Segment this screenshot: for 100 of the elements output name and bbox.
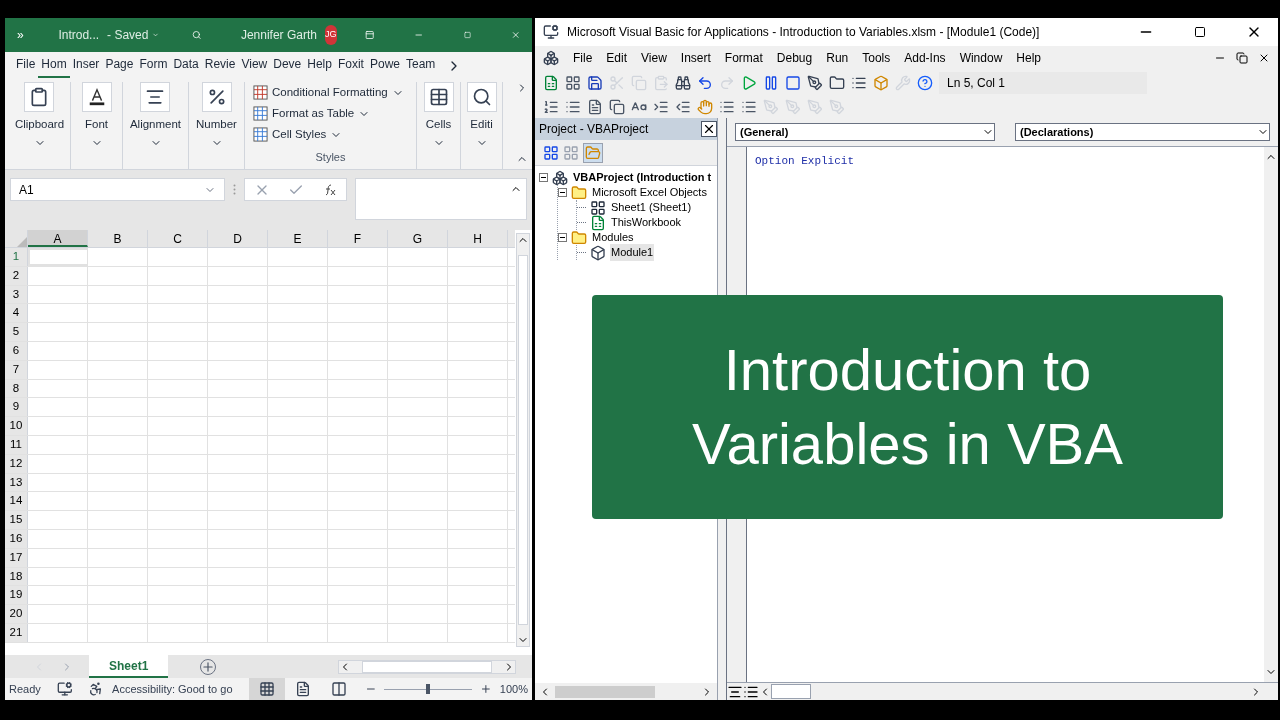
zoom-slider[interactable] — [384, 684, 473, 694]
numbered-list-icon[interactable] — [543, 98, 559, 115]
ribbon-tab[interactable]: View — [238, 55, 271, 78]
tree-item[interactable]: Module1 — [610, 244, 655, 261]
macro-recording-icon[interactable] — [56, 681, 73, 697]
row-header[interactable]: 1 — [5, 248, 28, 266]
copy-icon[interactable] — [609, 98, 625, 115]
ribbon-group-button[interactable]: Number — [196, 82, 237, 134]
ribbon-tab[interactable]: Team — [403, 55, 439, 78]
row-header[interactable]: 15 — [5, 511, 28, 529]
ribbon-tab[interactable]: Powe — [366, 55, 403, 78]
row-header[interactable]: 19 — [5, 586, 28, 605]
styles-menu-button[interactable]: Format as Table — [253, 103, 408, 124]
tree-item[interactable]: ThisWorkbook — [610, 214, 683, 231]
ribbon-tab[interactable]: Form — [136, 55, 171, 78]
ribbon-tab[interactable]: Page — [102, 55, 137, 78]
column-header[interactable]: C — [148, 230, 208, 247]
row-header[interactable]: 9 — [5, 398, 28, 417]
expander-icon[interactable] — [558, 233, 567, 242]
ribbon-tab[interactable]: File — [13, 55, 39, 78]
menu-item[interactable]: Format — [724, 49, 763, 67]
zoom-level[interactable]: 100% — [499, 680, 528, 698]
help-icon[interactable] — [917, 74, 933, 91]
restore-icon[interactable] — [1236, 52, 1248, 64]
menu-item[interactable]: Window — [959, 49, 1003, 67]
ribbon-tab[interactable]: Help — [304, 55, 335, 78]
pen-icon[interactable] — [807, 74, 823, 91]
column-header[interactable]: A — [28, 230, 88, 247]
cut-icon[interactable] — [609, 74, 625, 91]
save-icon[interactable] — [587, 74, 603, 91]
tree-item[interactable]: Sheet1 (Sheet1) — [610, 199, 693, 216]
scroll-thumb[interactable] — [771, 684, 811, 699]
name-box[interactable]: A1 — [10, 178, 225, 201]
undo-icon[interactable] — [697, 74, 713, 91]
ribbon-tab[interactable]: Revie — [201, 55, 239, 78]
cell[interactable] — [28, 248, 88, 266]
column-header[interactable]: D — [208, 230, 268, 247]
box-icon[interactable] — [873, 74, 889, 91]
spreadsheet-icon[interactable] — [543, 74, 559, 91]
ribbon-tab[interactable]: Deve — [270, 55, 305, 78]
tree-item[interactable]: Microsoft Excel Objects — [591, 184, 708, 201]
expander-icon[interactable] — [539, 173, 548, 182]
menu-item[interactable]: Debug — [776, 49, 813, 67]
column-header[interactable]: B — [88, 230, 148, 247]
row-header[interactable]: 5 — [5, 323, 28, 341]
expander-icon[interactable] — [558, 188, 567, 197]
scroll-thumb[interactable] — [555, 685, 655, 698]
user-avatar[interactable]: JG — [324, 25, 337, 45]
view-button[interactable] — [248, 678, 285, 700]
grid-icon[interactable] — [565, 74, 581, 91]
binoculars-icon[interactable] — [675, 74, 691, 91]
splitter-handle-icon[interactable] — [233, 184, 236, 195]
row-header[interactable]: 4 — [5, 304, 28, 323]
column-header[interactable]: H — [448, 230, 508, 247]
run-icon[interactable] — [741, 74, 757, 91]
folder-icon[interactable] — [829, 74, 845, 91]
accessibility-status[interactable]: Accessibility: Good to go — [112, 680, 233, 698]
grid-icon[interactable] — [543, 144, 559, 161]
scroll-thumb[interactable] — [518, 255, 528, 625]
row-header[interactable]: 14 — [5, 492, 28, 511]
ribbon-group-button[interactable]: Alignment — [129, 82, 182, 134]
pause-icon[interactable] — [763, 74, 779, 91]
redo-icon[interactable] — [719, 74, 735, 91]
paste-icon[interactable] — [653, 74, 669, 91]
zoom-thumb[interactable] — [426, 684, 431, 694]
sheet-tab[interactable]: Sheet1 — [89, 655, 169, 678]
close-icon[interactable] — [701, 121, 717, 137]
ribbon-tab[interactable]: Data — [170, 55, 202, 78]
tree-item[interactable]: Modules — [591, 229, 635, 246]
maximize-icon[interactable] — [1194, 26, 1206, 38]
scroll-thumb[interactable] — [362, 660, 492, 673]
zoom-in-icon[interactable] — [480, 683, 492, 695]
app-icon[interactable] — [543, 50, 559, 66]
tree-item[interactable]: VBAProject (Introduction t — [572, 169, 713, 186]
procedure-dropdown[interactable]: (Declarations) — [1015, 123, 1270, 141]
object-dropdown[interactable]: (General) — [735, 123, 995, 141]
menu-item[interactable]: File — [573, 49, 593, 67]
row-header[interactable]: 10 — [5, 417, 28, 435]
stop-icon[interactable] — [785, 74, 801, 91]
styles-menu-button[interactable]: Cell Styles — [253, 124, 408, 145]
menu-item[interactable]: Tools — [862, 49, 891, 67]
menu-item[interactable]: Edit — [606, 49, 628, 67]
close-icon[interactable] — [1258, 52, 1270, 64]
menu-item[interactable]: View — [641, 49, 667, 67]
wrench-icon[interactable] — [895, 74, 911, 91]
ribbon-group-button[interactable]: Clipboard — [14, 82, 65, 134]
ribbon-tab[interactable]: Foxit — [334, 55, 367, 78]
row-header[interactable]: 20 — [5, 605, 28, 623]
document-icon[interactable] — [587, 98, 603, 115]
ribbon-tab[interactable]: Inser — [69, 55, 103, 78]
quick-access-button[interactable]: » — [17, 26, 27, 44]
styles-menu-button[interactable]: Conditional Formatting — [253, 82, 408, 103]
column-header[interactable]: G — [388, 230, 448, 247]
menu-item[interactable]: Help — [1016, 49, 1041, 67]
column-header[interactable]: F — [328, 230, 388, 247]
column-header[interactable]: E — [268, 230, 328, 247]
menu-item[interactable]: Insert — [680, 49, 711, 67]
menu-item[interactable]: Add-Ins — [904, 49, 946, 67]
hand-icon[interactable] — [697, 98, 713, 115]
menu-item[interactable]: Run — [826, 49, 849, 67]
